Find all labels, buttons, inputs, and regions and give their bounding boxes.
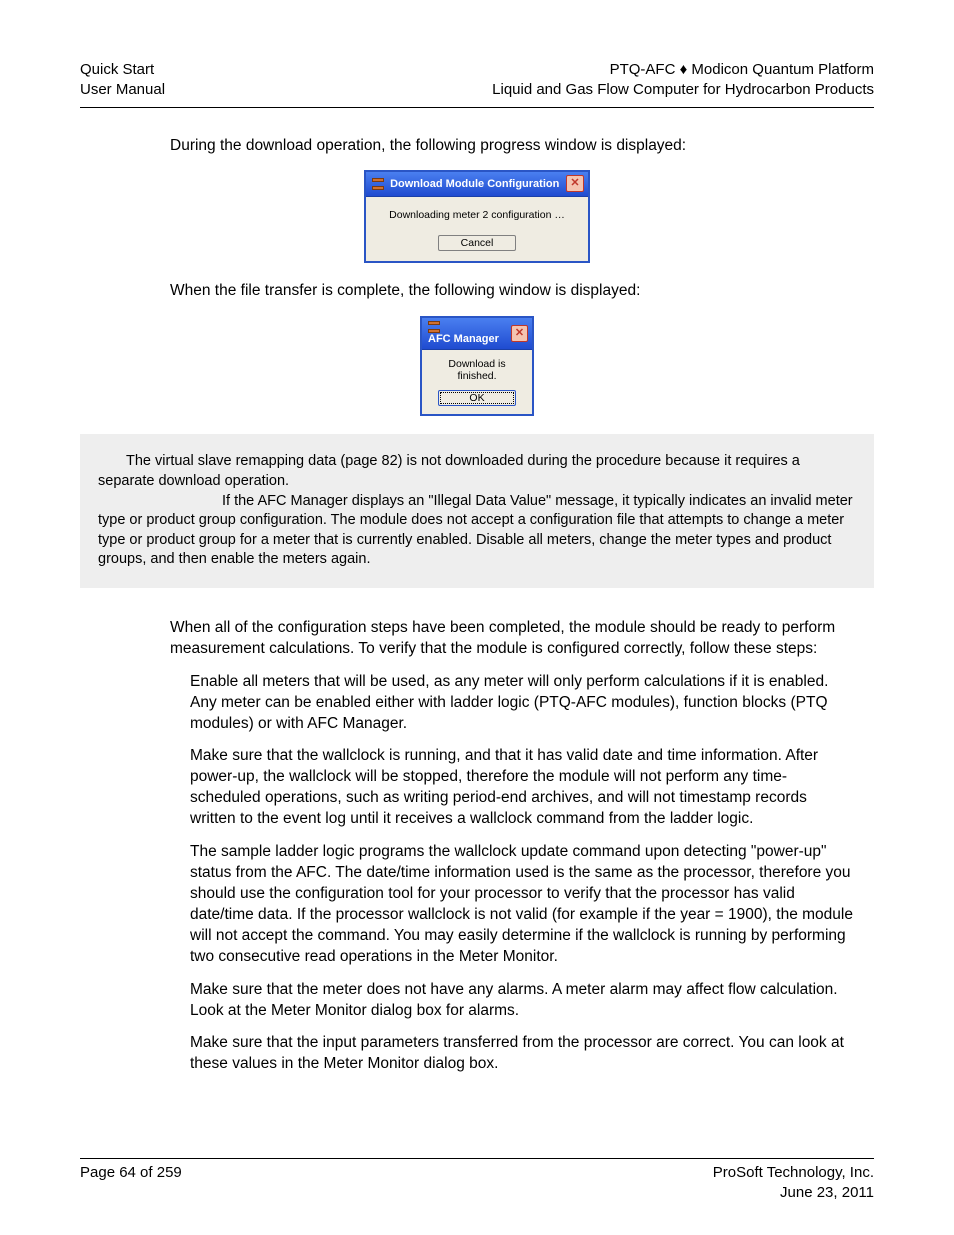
dialog-message: Download is finished. bbox=[428, 358, 526, 382]
footer-right: ProSoft Technology, Inc. June 23, 2011 bbox=[713, 1163, 874, 1204]
step-paragraph: Make sure that the input parameters tran… bbox=[190, 1033, 854, 1075]
footer-date: June 23, 2011 bbox=[780, 1184, 874, 1201]
header-subtitle: Liquid and Gas Flow Computer for Hydroca… bbox=[492, 81, 874, 98]
close-icon[interactable]: ✕ bbox=[566, 175, 584, 192]
afc-manager-dialog: AFC Manager ✕ Download is finished. OK bbox=[420, 316, 534, 416]
footer-page-number: Page 64 of 259 bbox=[80, 1163, 182, 1204]
dialog-title-text: AFC Manager bbox=[428, 333, 499, 345]
page: Quick Start User Manual PTQ-AFC ♦ Modico… bbox=[0, 0, 954, 1235]
ok-button[interactable]: OK bbox=[438, 390, 516, 406]
header-left: Quick Start User Manual bbox=[80, 60, 165, 101]
header-right: PTQ-AFC ♦ Modicon Quantum Platform Liqui… bbox=[492, 60, 874, 101]
app-icon bbox=[372, 178, 384, 190]
step-paragraph: The sample ladder logic programs the wal… bbox=[190, 842, 854, 968]
dialog-message: Downloading meter 2 configuration … bbox=[374, 209, 580, 221]
dialog-titlebar: AFC Manager ✕ bbox=[422, 318, 532, 350]
app-icon bbox=[428, 321, 440, 333]
paragraph: During the download operation, the follo… bbox=[170, 136, 864, 157]
step-paragraph: Make sure that the meter does not have a… bbox=[190, 980, 854, 1022]
dialog-body: Download is finished. OK bbox=[422, 350, 532, 414]
step-paragraph: Make sure that the wallclock is running,… bbox=[190, 746, 854, 830]
header-section: Quick Start bbox=[80, 61, 154, 78]
dialog-figure-2: AFC Manager ✕ Download is finished. OK bbox=[80, 316, 874, 416]
header-doc-type: User Manual bbox=[80, 81, 165, 98]
note-box: The virtual slave remapping data (page 8… bbox=[80, 434, 874, 587]
page-footer: Page 64 of 259 ProSoft Technology, Inc. … bbox=[80, 1158, 874, 1204]
footer-company: ProSoft Technology, Inc. bbox=[713, 1164, 874, 1181]
page-header: Quick Start User Manual PTQ-AFC ♦ Modico… bbox=[80, 60, 874, 108]
dialog-figure-1: Download Module Configuration ✕ Download… bbox=[80, 170, 874, 263]
step-paragraph: Enable all meters that will be used, as … bbox=[190, 672, 854, 735]
download-config-dialog: Download Module Configuration ✕ Download… bbox=[364, 170, 590, 263]
dialog-titlebar: Download Module Configuration ✕ bbox=[366, 172, 588, 197]
note-paragraph: If the AFC Manager displays an "Illegal … bbox=[98, 492, 856, 570]
close-icon[interactable]: ✕ bbox=[511, 325, 528, 342]
paragraph: When the file transfer is complete, the … bbox=[170, 281, 864, 302]
cancel-button[interactable]: Cancel bbox=[438, 235, 516, 251]
dialog-title-text: Download Module Configuration bbox=[390, 178, 559, 190]
dialog-title-left: AFC Manager bbox=[428, 321, 511, 345]
note-paragraph: The virtual slave remapping data (page 8… bbox=[98, 452, 856, 491]
paragraph: When all of the configuration steps have… bbox=[170, 618, 864, 660]
header-product: PTQ-AFC ♦ Modicon Quantum Platform bbox=[610, 61, 874, 78]
dialog-body: Downloading meter 2 configuration … Canc… bbox=[366, 197, 588, 261]
dialog-title-left: Download Module Configuration bbox=[372, 178, 559, 190]
